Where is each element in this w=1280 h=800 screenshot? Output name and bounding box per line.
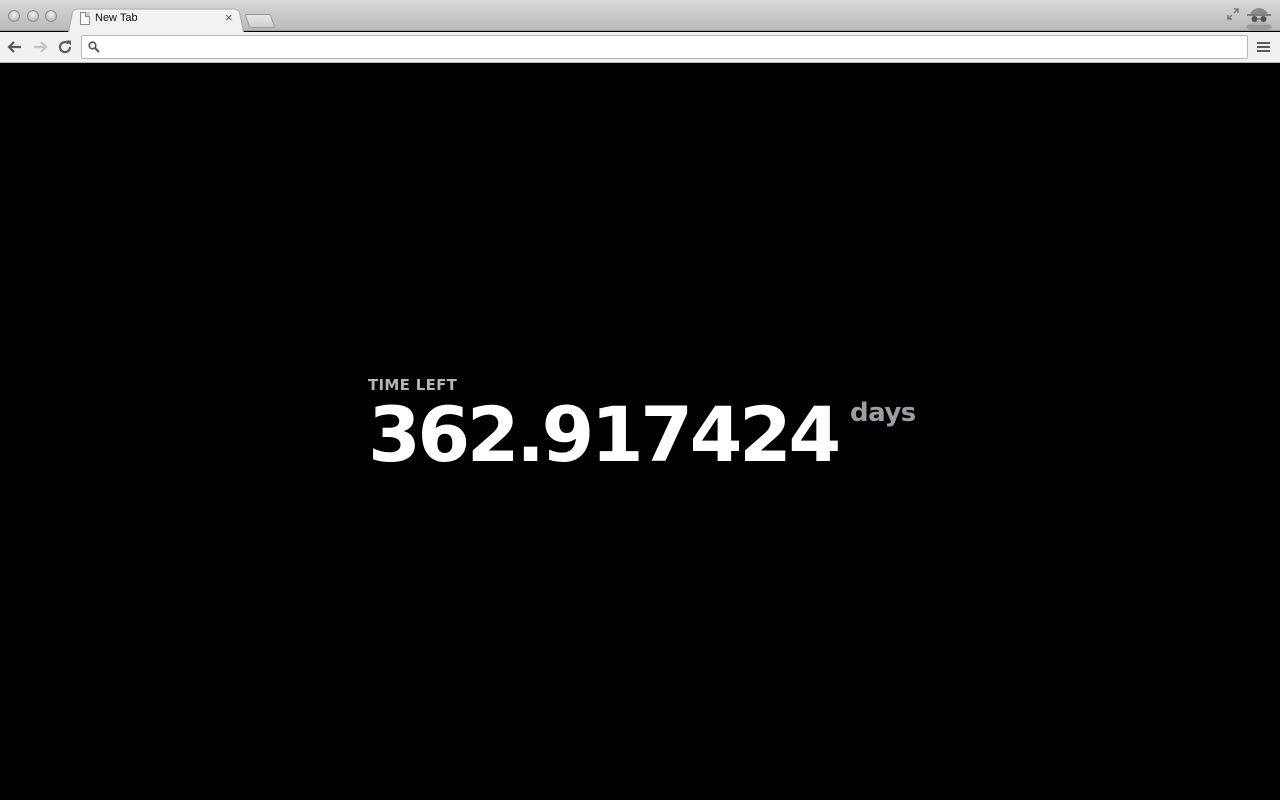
- countdown: TIME LEFT 362.917424 days: [368, 376, 916, 478]
- countdown-value: 362.917424: [368, 390, 841, 479]
- countdown-unit: days: [850, 398, 916, 428]
- tab-title: New Tab: [95, 12, 138, 24]
- menu-icon[interactable]: [1257, 40, 1270, 54]
- new-tab-button[interactable]: [244, 14, 276, 28]
- countdown-value-row: 362.917424: [368, 390, 841, 479]
- fullscreen-icon[interactable]: [1226, 7, 1240, 21]
- close-window-button[interactable]: [8, 10, 20, 22]
- page-viewport: TIME LEFT 362.917424 days: [0, 64, 1280, 800]
- zoom-window-button[interactable]: [45, 10, 57, 22]
- back-arrow-icon[interactable]: [7, 39, 23, 55]
- title-bar: New Tab ×: [0, 0, 1280, 32]
- reload-icon[interactable]: [57, 39, 73, 55]
- omnibox[interactable]: [81, 35, 1248, 59]
- address-input[interactable]: [106, 38, 1241, 56]
- tab-close-button[interactable]: ×: [225, 11, 233, 25]
- page-icon: [80, 12, 90, 25]
- incognito-icon: [1246, 8, 1272, 31]
- search-icon: [88, 41, 100, 53]
- forward-arrow-icon[interactable]: [32, 39, 48, 55]
- minimize-window-button[interactable]: [27, 10, 39, 22]
- browser-toolbar: [0, 32, 1280, 63]
- tab-content[interactable]: New Tab ×: [80, 11, 240, 29]
